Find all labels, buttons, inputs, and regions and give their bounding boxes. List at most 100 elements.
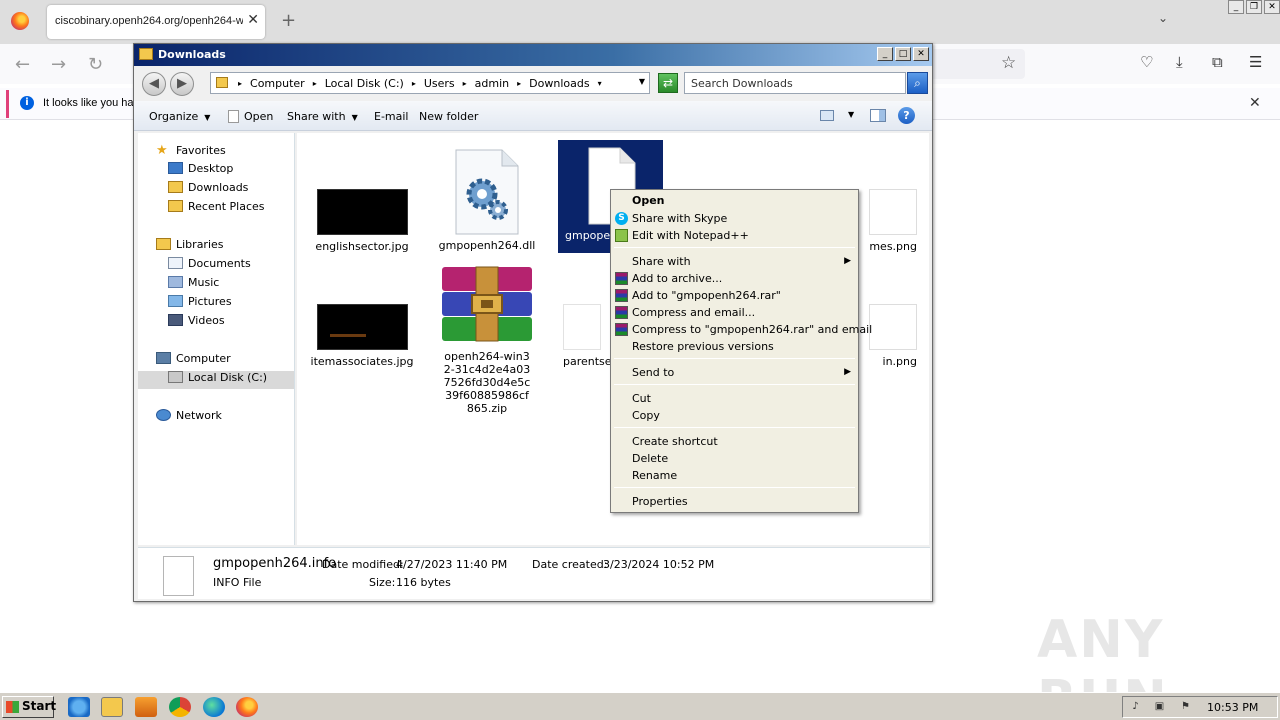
file-item[interactable]: openh264-win32-31c4d2e4a037526fd30d4e5c3…: [434, 265, 540, 415]
browser-tab[interactable]: ciscobinary.openh264.org/openh264-win32-…: [47, 5, 265, 39]
winrar-icon: [615, 323, 628, 336]
nav-libraries[interactable]: Libraries: [156, 238, 224, 251]
menu-item-edit-notepad[interactable]: Edit with Notepad++: [632, 229, 749, 242]
network-tray-icon[interactable]: ▣: [1153, 701, 1166, 714]
menu-item-open[interactable]: Open: [632, 194, 665, 207]
submenu-arrow-icon: ▶: [844, 367, 851, 377]
menu-item-compress-rar-email[interactable]: Compress to "gmpopenh264.rar" and email: [632, 323, 872, 336]
nav-pictures[interactable]: Pictures: [168, 295, 232, 308]
menu-item-add-rar[interactable]: Add to "gmpopenh264.rar": [632, 289, 781, 302]
bookmark-star-icon[interactable]: ☆: [1001, 53, 1016, 73]
firefox-taskbar-icon[interactable]: [236, 697, 258, 717]
menu-item-rename[interactable]: Rename: [632, 469, 677, 482]
explorer-forward-button[interactable]: ▶: [170, 72, 194, 96]
menu-item-cut[interactable]: Cut: [632, 392, 651, 405]
info-icon: i: [20, 96, 34, 110]
nav-local-disk[interactable]: Local Disk (C:): [168, 371, 267, 384]
nav-pictures-label: Pictures: [188, 295, 232, 308]
chevron-right-icon[interactable]: ▸: [513, 77, 525, 90]
menu-icon[interactable]: ☰: [1249, 53, 1262, 71]
menu-item-share-skype[interactable]: Share with Skype: [632, 212, 727, 225]
tab-list-button[interactable]: ⌄: [1158, 11, 1168, 25]
notification-close-icon[interactable]: ✕: [1249, 95, 1261, 111]
nav-music[interactable]: Music: [168, 276, 219, 289]
menu-item-restore-versions[interactable]: Restore previous versions: [632, 340, 774, 353]
menu-item-properties[interactable]: Properties: [632, 495, 688, 508]
menu-item-add-archive[interactable]: Add to archive...: [632, 272, 722, 285]
nav-downloads[interactable]: Downloads: [168, 181, 248, 194]
chevron-right-icon[interactable]: ▸: [309, 77, 321, 90]
back-button[interactable]: ←: [15, 54, 30, 75]
nav-desktop-label: Desktop: [188, 162, 234, 175]
chevron-right-icon[interactable]: ▸: [234, 77, 246, 90]
nav-desktop[interactable]: Desktop: [168, 162, 233, 175]
nav-documents[interactable]: Documents: [168, 257, 251, 270]
nav-videos[interactable]: Videos: [168, 314, 225, 327]
menu-separator: [614, 384, 855, 385]
open-button[interactable]: Open: [228, 110, 273, 123]
file-item[interactable]: parentse: [559, 304, 612, 368]
organize-button[interactable]: Organize ▼: [149, 110, 210, 123]
menu-item-send-to[interactable]: Send to: [632, 366, 674, 379]
refresh-button[interactable]: ⇄: [658, 73, 678, 93]
preview-pane-icon[interactable]: [870, 109, 886, 122]
nav-recent-places[interactable]: Recent Places: [168, 200, 265, 213]
explorer-close-button[interactable]: ✕: [913, 47, 929, 61]
search-input[interactable]: Search Downloads: [684, 72, 906, 94]
chrome-icon[interactable]: [169, 697, 191, 717]
file-item[interactable]: itemassociates.jpg: [309, 304, 415, 368]
media-player-icon[interactable]: [135, 697, 157, 717]
explorer-minimize-button[interactable]: _: [877, 47, 893, 61]
menu-item-delete[interactable]: Delete: [632, 452, 668, 465]
breadcrumb-computer[interactable]: Computer: [246, 77, 309, 90]
forward-button[interactable]: →: [51, 54, 66, 75]
downloads-icon[interactable]: ⤓: [1176, 53, 1183, 71]
share-with-button[interactable]: Share with ▼: [287, 110, 358, 123]
new-tab-button[interactable]: +: [281, 10, 296, 31]
help-icon[interactable]: ?: [898, 107, 915, 124]
menu-item-compress-email[interactable]: Compress and email...: [632, 306, 755, 319]
close-button[interactable]: ✕: [1264, 0, 1280, 14]
nav-computer[interactable]: Computer: [156, 352, 231, 365]
file-item[interactable]: gmpopenh264.dll: [434, 148, 540, 252]
tab-close-icon[interactable]: ✕: [247, 12, 259, 28]
menu-item-share-with[interactable]: Share with: [632, 255, 691, 268]
new-folder-button[interactable]: New folder: [419, 110, 478, 123]
explorer-back-button[interactable]: ◀: [142, 72, 166, 96]
computer-icon: [156, 352, 171, 364]
file-icon: [228, 110, 239, 123]
extensions-icon[interactable]: ⧉: [1212, 53, 1223, 71]
menu-item-create-shortcut[interactable]: Create shortcut: [632, 435, 718, 448]
chevron-down-icon[interactable]: ▾: [594, 77, 606, 90]
breadcrumb-local-disk[interactable]: Local Disk (C:): [321, 77, 408, 90]
file-item[interactable]: englishsector.jpg: [309, 189, 415, 253]
explorer-titlebar[interactable]: Downloads _ □ ✕: [134, 44, 932, 66]
internet-explorer-icon[interactable]: [68, 697, 90, 717]
explorer-maximize-button[interactable]: □: [895, 47, 911, 61]
chevron-right-icon[interactable]: ▸: [459, 77, 471, 90]
restore-button[interactable]: ❐: [1246, 0, 1262, 14]
pocket-icon[interactable]: ♡: [1140, 53, 1153, 71]
reload-button[interactable]: ↻: [88, 54, 103, 75]
nav-favorites[interactable]: ★ Favorites: [156, 143, 226, 158]
chevron-right-icon[interactable]: ▸: [408, 77, 420, 90]
image-thumbnail: [869, 304, 917, 350]
view-dropdown-icon[interactable]: ▼: [848, 110, 854, 119]
address-bar[interactable]: ▸ Computer ▸ Local Disk (C:) ▸ Users ▸ a…: [210, 72, 650, 94]
edge-icon[interactable]: [203, 697, 225, 717]
breadcrumb-users[interactable]: Users: [420, 77, 459, 90]
file-name: itemassociates.jpg: [310, 355, 414, 368]
breadcrumb-admin[interactable]: admin: [471, 77, 513, 90]
address-dropdown-icon[interactable]: ▼: [639, 77, 645, 86]
email-button[interactable]: E-mail: [374, 110, 409, 123]
minimize-button[interactable]: _: [1228, 0, 1244, 14]
search-icon[interactable]: ⌕: [907, 72, 928, 94]
menu-item-copy[interactable]: Copy: [632, 409, 660, 422]
volume-icon[interactable]: ♪: [1129, 701, 1142, 714]
nav-network[interactable]: Network: [156, 409, 222, 422]
change-view-icon[interactable]: [820, 110, 834, 121]
breadcrumb-downloads[interactable]: Downloads: [525, 77, 593, 90]
flag-icon[interactable]: ⚑: [1179, 701, 1192, 714]
explorer-taskbar-icon[interactable]: [101, 697, 123, 717]
start-button[interactable]: Start: [2, 696, 56, 718]
